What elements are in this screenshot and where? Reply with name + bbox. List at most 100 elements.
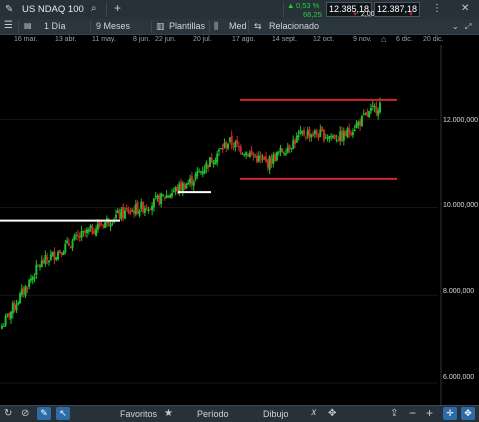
y-tick-label: 12.000,000 bbox=[443, 117, 479, 124]
minimize-icon[interactable]: ⌄ bbox=[452, 22, 459, 32]
pan-icon[interactable]: ✥ bbox=[328, 409, 336, 419]
candle-body bbox=[288, 144, 291, 149]
candle-body bbox=[330, 135, 333, 138]
candle-body bbox=[38, 266, 41, 268]
chart-toolbar: ☰ ▤ 1 Día 9 Meses ▥ Plantillas ⫼ Med ⇆ R… bbox=[0, 19, 479, 35]
related-icon[interactable]: ⇆ bbox=[254, 21, 262, 31]
refresh-icon[interactable]: ↻ bbox=[4, 409, 12, 419]
candle-body bbox=[123, 210, 126, 219]
candle-body bbox=[225, 142, 228, 148]
candle-body bbox=[96, 223, 99, 230]
candle-body bbox=[203, 169, 206, 174]
price-chart[interactable] bbox=[0, 45, 479, 405]
vertical-dots-icon[interactable]: ⋮ bbox=[432, 4, 442, 14]
candle-body bbox=[60, 252, 63, 255]
candle-body bbox=[261, 158, 264, 160]
candle-body bbox=[366, 111, 369, 117]
cursor-icon[interactable]: ↖ bbox=[56, 407, 70, 420]
star-icon[interactable]: ★ bbox=[164, 409, 173, 419]
candle-body bbox=[333, 134, 336, 140]
drawing-button[interactable]: Dibujo bbox=[263, 409, 289, 419]
instrument-title[interactable]: US NDAQ 100 bbox=[22, 4, 84, 15]
zoom-in-icon[interactable]: + bbox=[426, 407, 433, 419]
templates-icon[interactable]: ▥ bbox=[156, 21, 165, 31]
candle-body bbox=[301, 131, 304, 134]
period-button[interactable]: Período bbox=[197, 409, 229, 419]
candle-body bbox=[270, 158, 273, 164]
hamburger-menu-icon[interactable]: ☰ bbox=[4, 21, 13, 31]
candle-body bbox=[17, 302, 20, 305]
candle-body bbox=[360, 115, 363, 127]
search-icon[interactable]: ⌕ bbox=[91, 4, 97, 14]
candle-body bbox=[122, 206, 125, 218]
candle-body bbox=[118, 212, 121, 219]
candle-body bbox=[156, 195, 159, 199]
plus-icon[interactable]: + bbox=[114, 2, 121, 14]
candle-body bbox=[312, 133, 315, 137]
annotations-group bbox=[0, 98, 397, 222]
candle-body bbox=[67, 242, 70, 246]
candle-body bbox=[341, 130, 344, 142]
candle-body bbox=[158, 195, 161, 205]
candle-body bbox=[55, 257, 58, 260]
candle-body bbox=[317, 135, 320, 139]
price-type-selector[interactable]: Med bbox=[229, 21, 247, 31]
candle-body bbox=[230, 135, 233, 146]
candle-body bbox=[1, 326, 3, 329]
candle-body bbox=[73, 235, 76, 241]
candle-body bbox=[37, 264, 40, 266]
related-button[interactable]: Relacionado bbox=[269, 21, 319, 31]
no-entry-icon[interactable]: ⊘ bbox=[21, 409, 29, 419]
draw-pencil-icon[interactable]: ✎ bbox=[37, 407, 51, 420]
interval-selector[interactable]: 1 Día bbox=[44, 21, 66, 31]
share-icon[interactable]: ⇪ bbox=[390, 409, 398, 419]
candle-body bbox=[236, 140, 239, 144]
calendar-icon[interactable]: ▤ bbox=[24, 21, 32, 31]
date-tick: 8 jun. bbox=[133, 36, 151, 43]
function-icon[interactable]: 𝑥 bbox=[311, 408, 317, 418]
candle-body bbox=[189, 178, 192, 184]
date-tick: 13 abr. bbox=[55, 36, 77, 43]
divider bbox=[18, 20, 19, 33]
candle-body bbox=[290, 148, 293, 150]
date-tick: 20 jul. bbox=[193, 36, 212, 43]
home-icon[interactable]: ⌂ bbox=[381, 34, 386, 44]
candle-body bbox=[359, 120, 362, 126]
candle-body bbox=[274, 153, 277, 162]
pencil-chart-icon[interactable]: ✎ bbox=[5, 5, 13, 15]
candle-body bbox=[91, 226, 94, 234]
change-up-icon: ▲ bbox=[287, 1, 295, 10]
move-icon[interactable]: ✥ bbox=[461, 407, 475, 420]
candle-body bbox=[87, 229, 90, 232]
favorites-button[interactable]: Favoritos bbox=[120, 409, 157, 419]
change-absolute: 66,25 bbox=[303, 10, 322, 19]
expand-icon[interactable]: ⤢ bbox=[465, 22, 471, 32]
candle-body bbox=[303, 129, 306, 135]
templates-button[interactable]: Plantillas bbox=[169, 21, 205, 31]
range-selector[interactable]: 9 Meses bbox=[96, 21, 130, 31]
candle-body bbox=[102, 225, 105, 228]
candle-body bbox=[248, 152, 251, 158]
close-icon[interactable]: ✕ bbox=[461, 4, 469, 14]
candle-body bbox=[263, 156, 266, 160]
candle-body bbox=[163, 197, 166, 199]
candle-body bbox=[355, 123, 358, 129]
candle-body bbox=[297, 134, 300, 138]
candle-body bbox=[335, 139, 338, 141]
candle-body bbox=[221, 147, 224, 151]
candlestick-type-icon[interactable]: ⫼ bbox=[214, 21, 218, 31]
candle-body bbox=[237, 145, 240, 147]
candle-body bbox=[171, 193, 174, 197]
candle-body bbox=[373, 105, 376, 108]
candle-body bbox=[218, 149, 221, 152]
candle-body bbox=[62, 252, 65, 256]
candle-body bbox=[4, 315, 7, 326]
candle-body bbox=[125, 208, 128, 210]
candle-body bbox=[147, 209, 150, 212]
crosshair-icon[interactable]: ✛ bbox=[443, 407, 457, 420]
candle-body bbox=[140, 201, 143, 210]
candle-body bbox=[142, 201, 145, 212]
candle-body bbox=[64, 243, 67, 253]
zoom-out-icon[interactable]: − bbox=[409, 407, 416, 419]
candle-body bbox=[368, 110, 371, 117]
